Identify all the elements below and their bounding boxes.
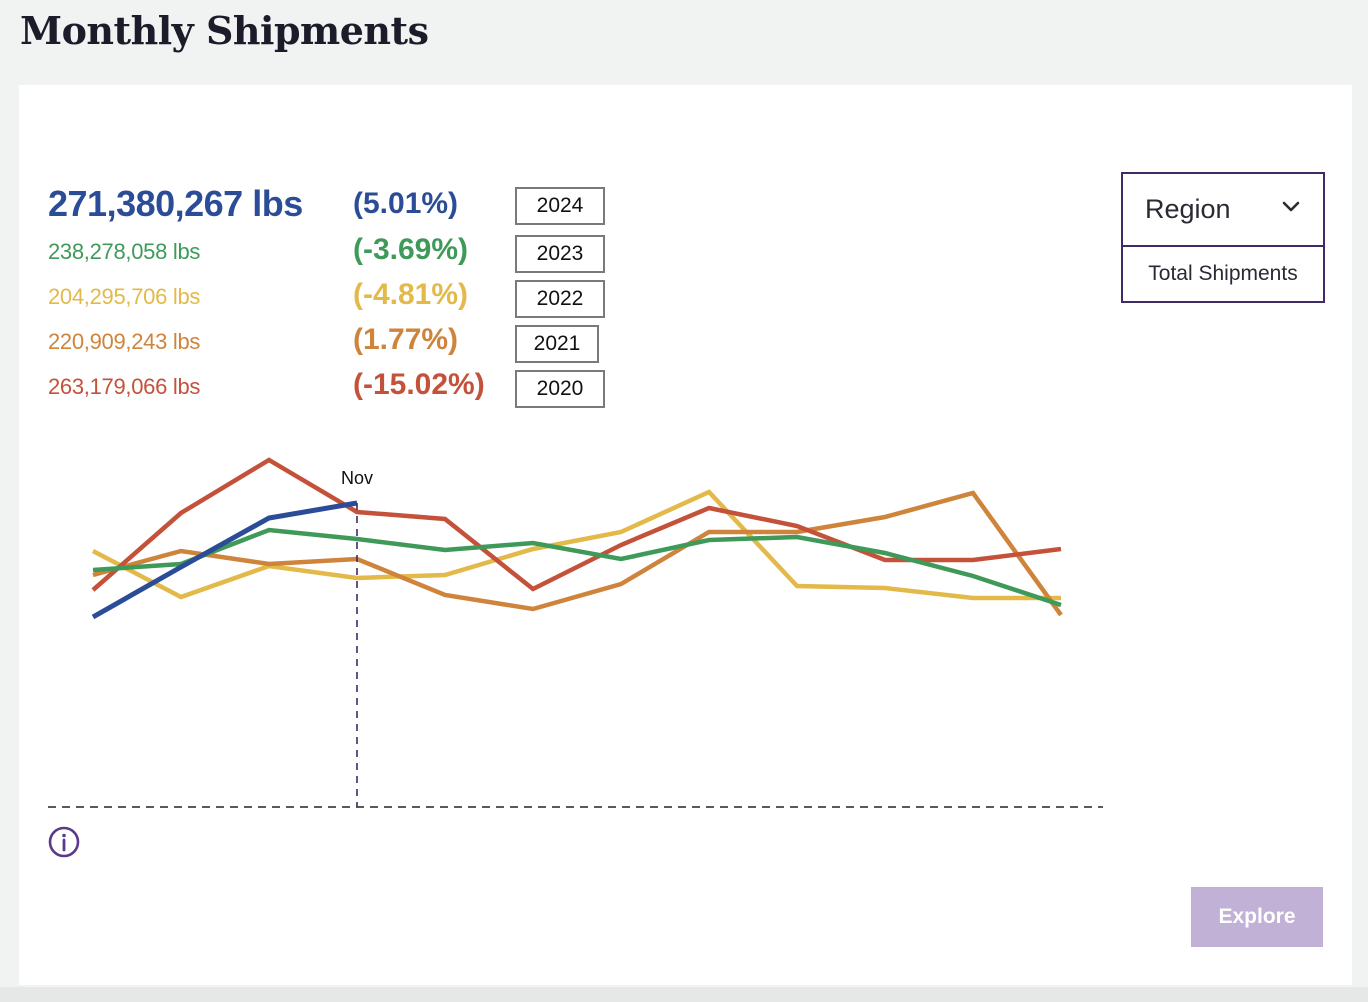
- chart-card: 271,380,267 lbs (5.01%) 2024 238,278,058 lb…: [19, 85, 1352, 985]
- page-title: Monthly Shipments: [20, 8, 429, 53]
- info-icon[interactable]: [47, 825, 81, 859]
- series-line-2021: [92, 490, 1063, 617]
- page-footer-strip: [0, 987, 1368, 1002]
- series-line-2020: [91, 457, 1062, 592]
- line-chart: Nov: [48, 457, 1103, 808]
- explore-button[interactable]: Explore: [1191, 887, 1323, 947]
- hover-month-label: Nov: [341, 468, 373, 488]
